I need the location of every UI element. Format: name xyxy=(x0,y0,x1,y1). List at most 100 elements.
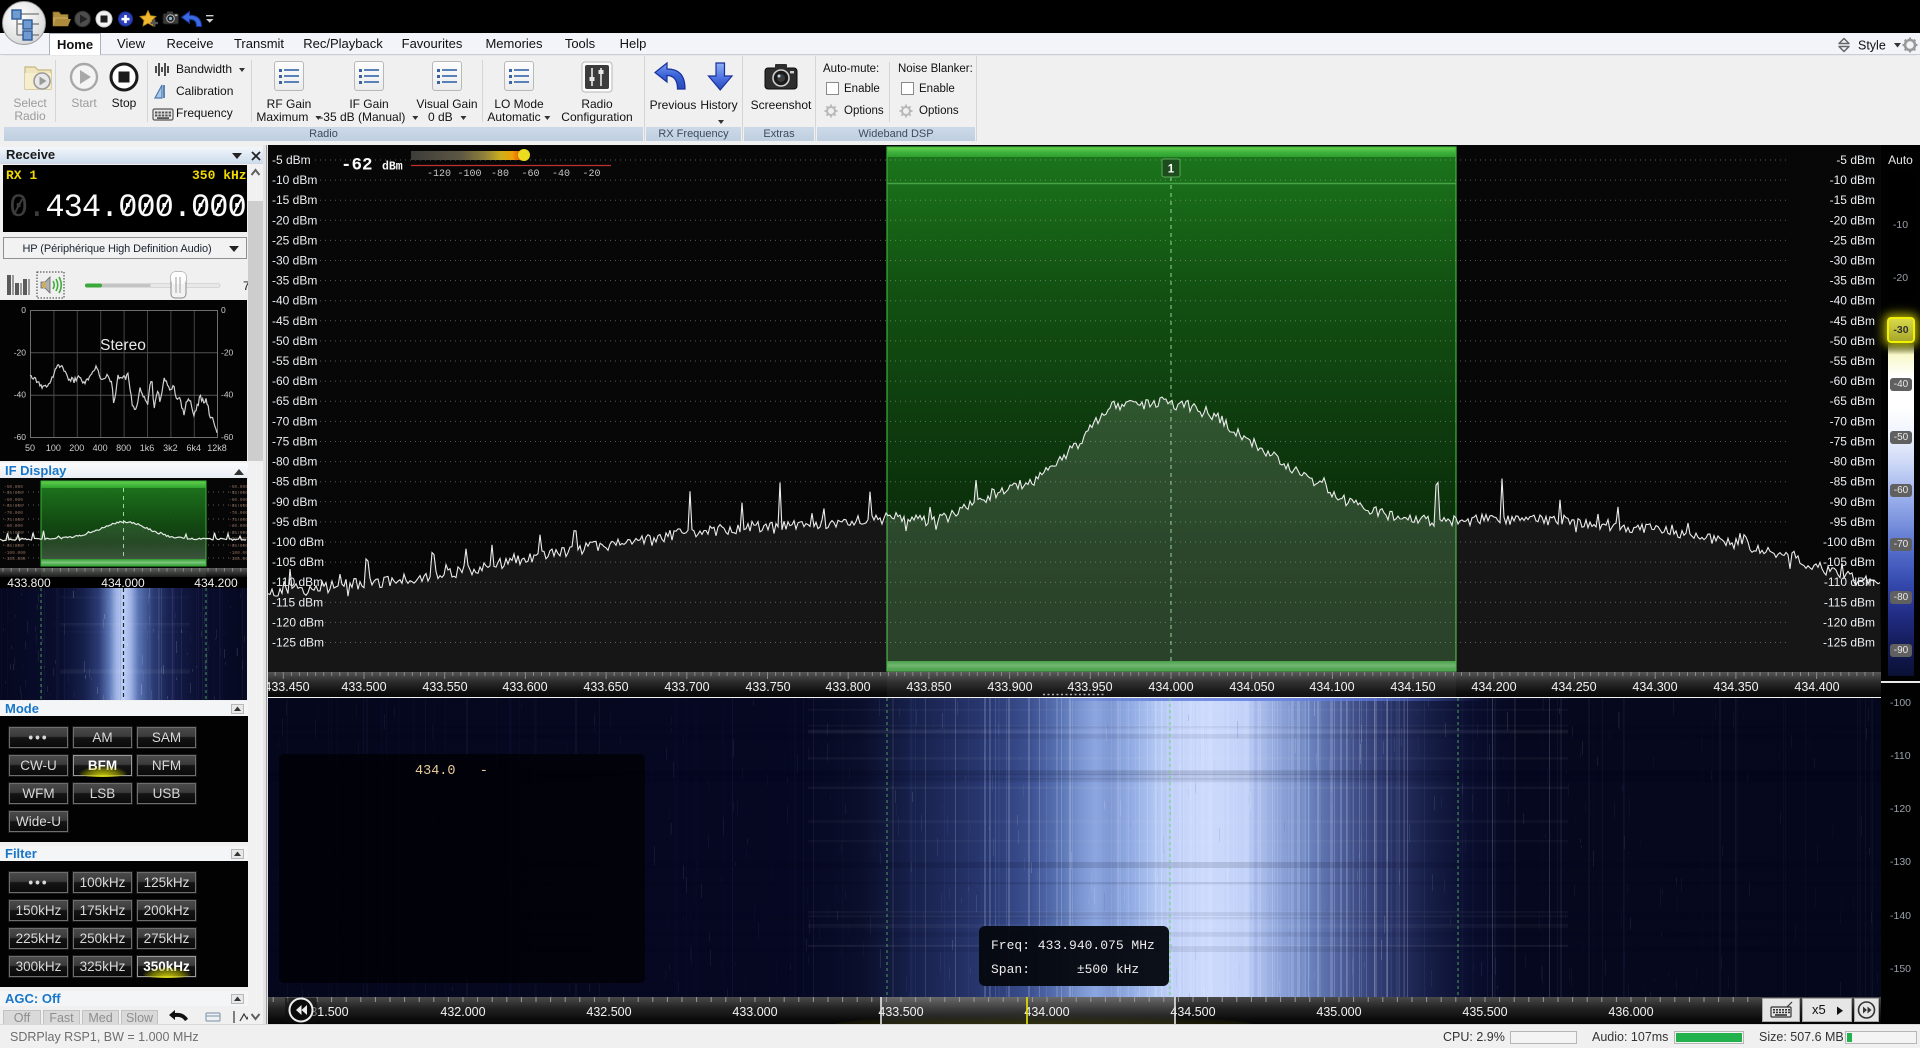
svg-text:-50.000: -50.000 xyxy=(4,484,23,490)
svg-text:200: 200 xyxy=(69,443,84,453)
svg-text:434.300: 434.300 xyxy=(1632,680,1677,694)
svg-text:-20 dBm: -20 dBm xyxy=(272,213,317,227)
svg-text:-90 dBm: -90 dBm xyxy=(1830,495,1875,509)
svg-text:-10 dBm: -10 dBm xyxy=(1830,173,1875,187)
svg-text:434.250: 434.250 xyxy=(1551,680,1596,694)
svg-text:12k8: 12k8 xyxy=(207,443,227,453)
svg-text:1: 1 xyxy=(1168,164,1175,176)
svg-text:-80.000: -80.000 xyxy=(229,523,247,529)
svg-text:-120: -120 xyxy=(427,169,451,180)
svg-text:6k4: 6k4 xyxy=(187,443,202,453)
svg-text:-95.000: -95.000 xyxy=(4,543,23,549)
svg-text:432.500: 432.500 xyxy=(586,1005,631,1019)
svg-text:436.000: 436.000 xyxy=(1608,1005,1653,1019)
svg-text:-100 dBm: -100 dBm xyxy=(272,535,324,549)
svg-text:433.500: 433.500 xyxy=(341,680,386,694)
svg-text:435.500: 435.500 xyxy=(1462,1005,1507,1019)
svg-text:434.000: 434.000 xyxy=(1148,680,1193,694)
svg-text:-25 dBm: -25 dBm xyxy=(1830,233,1875,247)
svg-text:3k2: 3k2 xyxy=(163,443,178,453)
svg-text:-15 dBm: -15 dBm xyxy=(272,193,317,207)
svg-text:434.200: 434.200 xyxy=(194,576,238,588)
svg-text:Span: ±500 kHz: Span: ±500 kHz xyxy=(991,962,1139,977)
svg-text:-75 dBm: -75 dBm xyxy=(272,435,317,449)
svg-text:-120 dBm: -120 dBm xyxy=(272,615,324,629)
svg-text:-20: -20 xyxy=(582,169,600,180)
svg-text:-5 dBm: -5 dBm xyxy=(272,153,311,167)
svg-text:-115 dBm: -115 dBm xyxy=(1824,595,1875,609)
svg-text:-80 dBm: -80 dBm xyxy=(1830,455,1875,469)
svg-text:433.650: 433.650 xyxy=(583,680,628,694)
svg-text:-85.000: -85.000 xyxy=(229,530,247,536)
svg-text:-105.000: -105.000 xyxy=(4,556,26,562)
svg-text:-95 dBm: -95 dBm xyxy=(1830,515,1875,529)
svg-text:-70.000: -70.000 xyxy=(229,510,247,516)
svg-text:-65 dBm: -65 dBm xyxy=(1830,394,1875,408)
svg-text:433.000: 433.000 xyxy=(732,1005,777,1019)
svg-text:Stereo: Stereo xyxy=(100,337,146,354)
svg-text:-110 dBm: -110 dBm xyxy=(272,575,323,589)
svg-text:-125 dBm: -125 dBm xyxy=(1823,636,1875,650)
svg-text:-75.000: -75.000 xyxy=(4,517,23,523)
svg-text:-10 dBm: -10 dBm xyxy=(272,173,317,187)
svg-text:-62: -62 xyxy=(341,156,373,176)
svg-text:-115 dBm: -115 dBm xyxy=(272,595,323,609)
svg-text:800: 800 xyxy=(116,443,131,453)
svg-text:-25 dBm: -25 dBm xyxy=(272,233,317,247)
svg-text:-105 dBm: -105 dBm xyxy=(1823,555,1875,569)
svg-text:432.000: 432.000 xyxy=(440,1005,485,1019)
svg-text:dBm: dBm xyxy=(382,161,403,174)
svg-text:-55.000: -55.000 xyxy=(229,490,247,496)
svg-text:-40 dBm: -40 dBm xyxy=(1830,294,1875,308)
svg-text:-50 dBm: -50 dBm xyxy=(1830,334,1875,348)
svg-text:434.500: 434.500 xyxy=(1170,1005,1215,1019)
svg-text:-60 dBm: -60 dBm xyxy=(1830,374,1875,388)
svg-text:-60.000: -60.000 xyxy=(229,497,247,503)
svg-text:-60: -60 xyxy=(14,432,27,442)
svg-text:50: 50 xyxy=(25,443,35,453)
svg-text:-60: -60 xyxy=(521,169,539,180)
svg-text:433.850: 433.850 xyxy=(906,680,951,694)
svg-text:-75.000: -75.000 xyxy=(229,517,247,523)
svg-text:-95.000: -95.000 xyxy=(229,543,247,549)
svg-text:434.000: 434.000 xyxy=(1024,1005,1069,1019)
svg-text:-95 dBm: -95 dBm xyxy=(272,515,317,529)
svg-text:-20: -20 xyxy=(14,347,27,357)
svg-text:-45 dBm: -45 dBm xyxy=(272,314,317,328)
svg-text:-90 dBm: -90 dBm xyxy=(272,495,317,509)
svg-text:Style: Style xyxy=(1858,39,1886,53)
svg-text:-50 dBm: -50 dBm xyxy=(272,334,317,348)
svg-text:433.800: 433.800 xyxy=(7,576,51,588)
svg-text:-120 dBm: -120 dBm xyxy=(1823,615,1875,629)
svg-text:434.150: 434.150 xyxy=(1390,680,1435,694)
svg-text:433.500: 433.500 xyxy=(878,1005,923,1019)
svg-text:433.450: 433.450 xyxy=(268,680,310,694)
svg-text:433.600: 433.600 xyxy=(502,680,547,694)
svg-text:-35 dBm: -35 dBm xyxy=(272,274,317,288)
svg-text:-105.000: -105.000 xyxy=(229,556,247,562)
svg-text:-20 dBm: -20 dBm xyxy=(1830,213,1875,227)
svg-text:433.900: 433.900 xyxy=(987,680,1032,694)
svg-text:400: 400 xyxy=(93,443,108,453)
svg-text:434.050: 434.050 xyxy=(1229,680,1274,694)
svg-text:434.000: 434.000 xyxy=(101,576,145,588)
svg-text:-70 dBm: -70 dBm xyxy=(272,414,317,428)
svg-text:433.950: 433.950 xyxy=(1067,680,1112,694)
svg-text:1k6: 1k6 xyxy=(140,443,155,453)
svg-text:-70.000: -70.000 xyxy=(4,510,23,516)
svg-text:0: 0 xyxy=(221,305,226,315)
svg-text:-100 dBm: -100 dBm xyxy=(1823,535,1875,549)
svg-text:-80 dBm: -80 dBm xyxy=(272,455,317,469)
svg-text:0: 0 xyxy=(21,305,26,315)
svg-text:-100.000: -100.000 xyxy=(4,550,26,556)
svg-text:-65.000: -65.000 xyxy=(4,503,23,509)
svg-text:-75 dBm: -75 dBm xyxy=(1830,435,1875,449)
svg-text:434.100: 434.100 xyxy=(1309,680,1354,694)
svg-text:-55 dBm: -55 dBm xyxy=(272,354,317,368)
svg-text:-125 dBm: -125 dBm xyxy=(272,636,324,650)
svg-text:434.200: 434.200 xyxy=(1471,680,1516,694)
svg-text:434.350: 434.350 xyxy=(1713,680,1758,694)
svg-text:Freq: 433.940.075 MHz: Freq: 433.940.075 MHz xyxy=(991,938,1155,953)
svg-text:433.750: 433.750 xyxy=(745,680,790,694)
svg-text:-85 dBm: -85 dBm xyxy=(272,475,317,489)
